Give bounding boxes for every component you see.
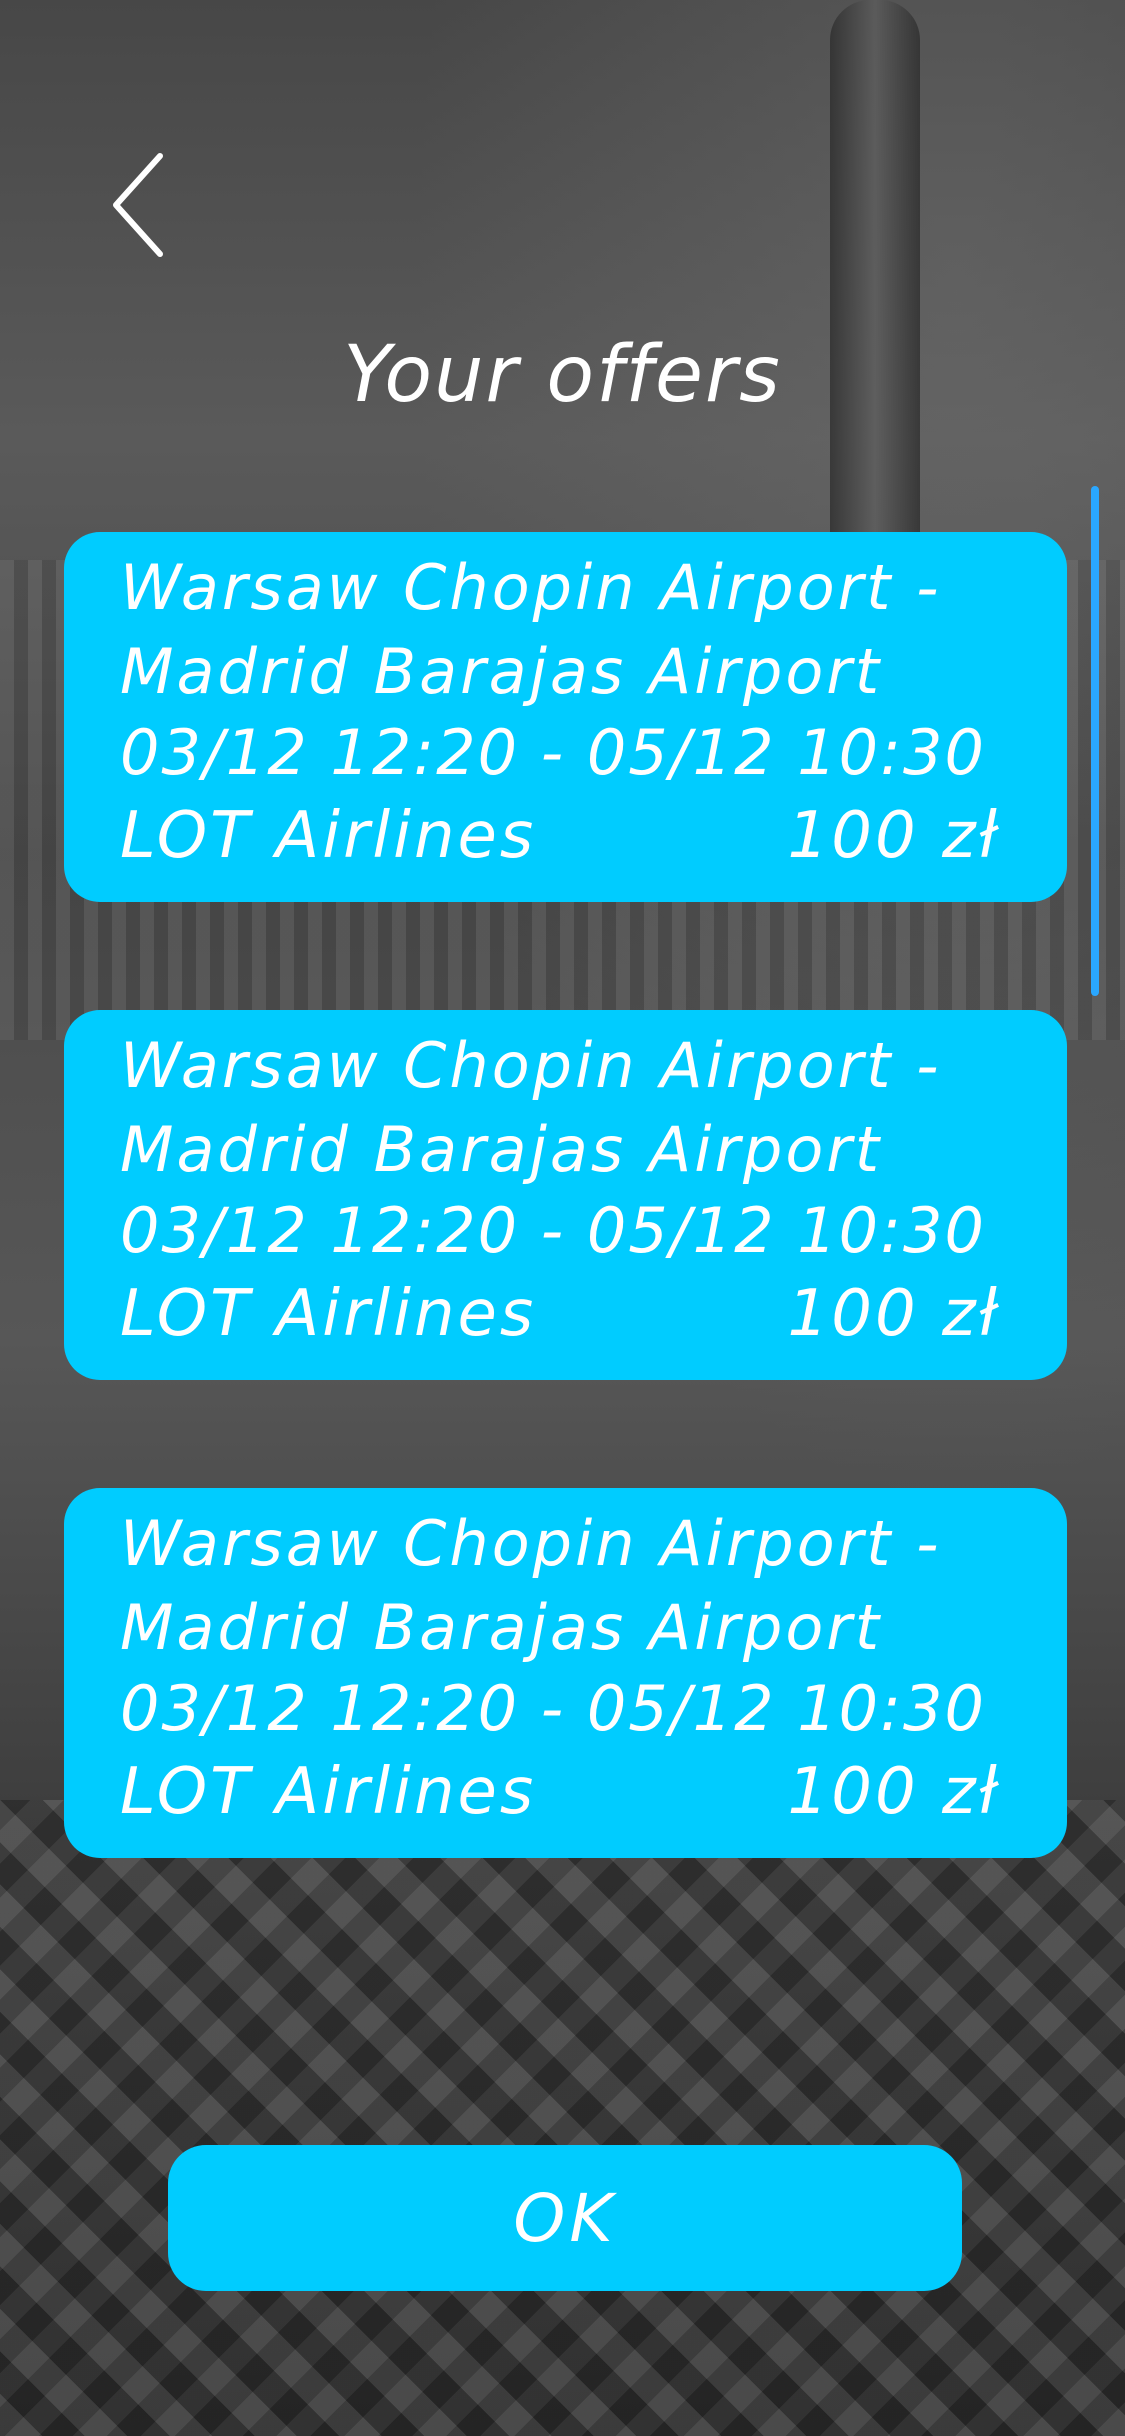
offer-card[interactable]: Warsaw Chopin Airport - Madrid Barajas A… (64, 1488, 1067, 1858)
offer-price: 100 zł (787, 1277, 1000, 1351)
background-tower (830, 0, 920, 560)
offer-airline: LOT Airlines (120, 799, 537, 873)
offer-dates: 03/12 12:20 - 05/12 10:30 (120, 1194, 986, 1267)
offer-dates: 03/12 12:20 - 05/12 10:30 (120, 1672, 986, 1745)
background-mosaic (0, 1800, 1125, 2436)
back-button[interactable] (108, 150, 168, 260)
offer-destination: Madrid Barajas Airport (120, 635, 883, 708)
offer-airline: LOT Airlines (120, 1277, 537, 1351)
page-title: Your offers (343, 330, 782, 420)
offer-origin: Warsaw Chopin Airport - (120, 551, 942, 624)
ok-button[interactable]: OK (168, 2145, 962, 2291)
chevron-left-icon (113, 153, 163, 257)
offer-origin: Warsaw Chopin Airport - (120, 1029, 942, 1102)
offer-airline: LOT Airlines (120, 1755, 537, 1829)
scrollbar[interactable] (1091, 486, 1099, 996)
offer-card[interactable]: Warsaw Chopin Airport - Madrid Barajas A… (64, 532, 1067, 902)
offer-card[interactable]: Warsaw Chopin Airport - Madrid Barajas A… (64, 1010, 1067, 1380)
offer-list: Warsaw Chopin Airport - Madrid Barajas A… (64, 532, 1067, 1858)
offer-price: 100 zł (787, 1755, 1000, 1829)
offer-destination: Madrid Barajas Airport (120, 1591, 883, 1664)
offer-dates: 03/12 12:20 - 05/12 10:30 (120, 716, 986, 789)
offer-price: 100 zł (787, 799, 1000, 873)
offer-origin: Warsaw Chopin Airport - (120, 1507, 942, 1580)
offer-destination: Madrid Barajas Airport (120, 1113, 883, 1186)
